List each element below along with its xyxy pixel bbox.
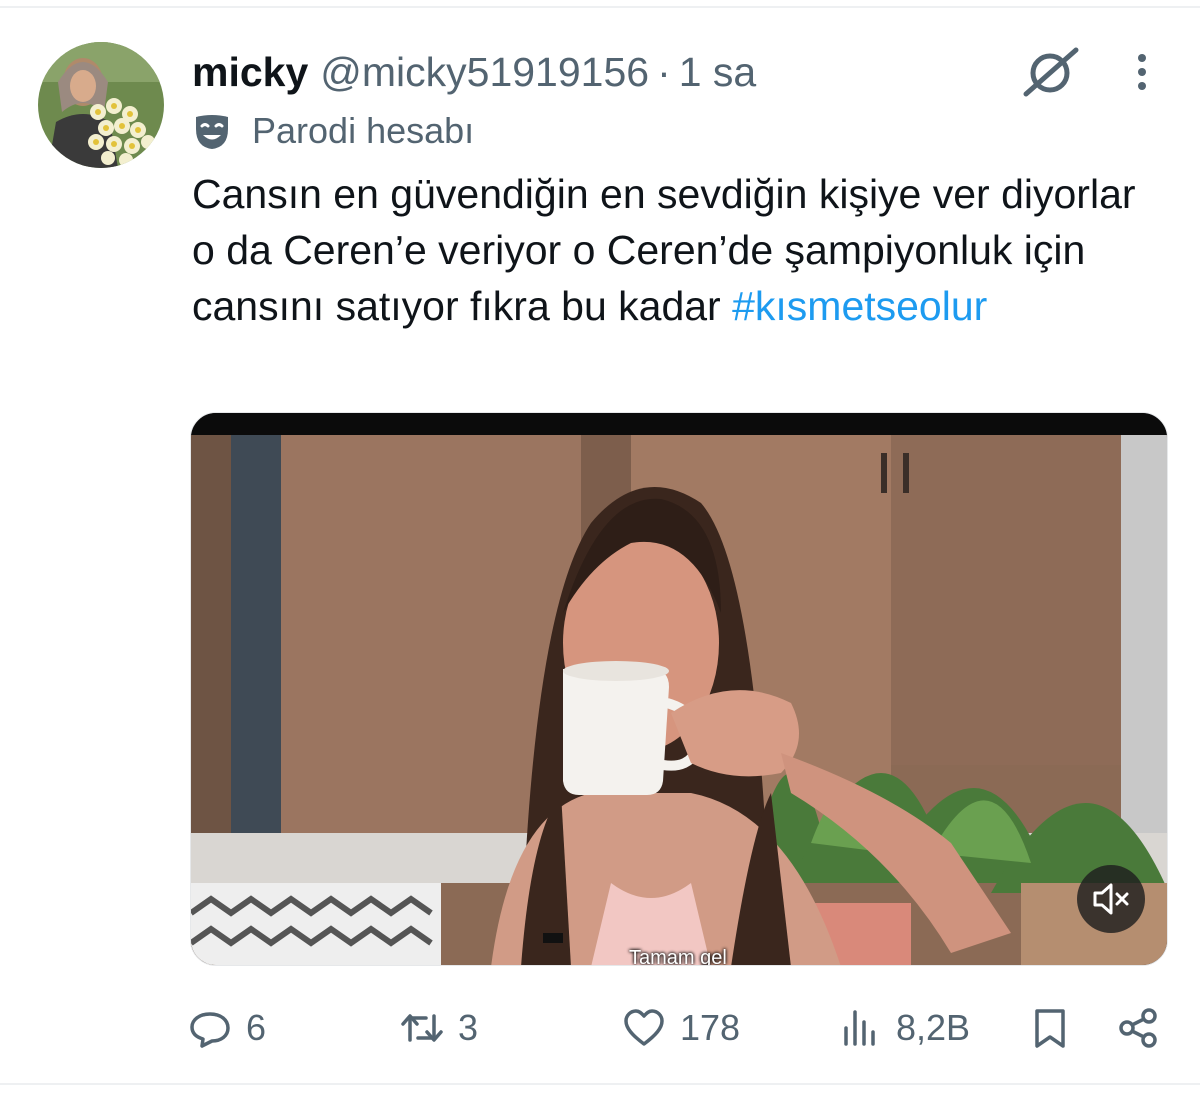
volume-muted-icon [1093,883,1129,915]
parody-mask-icon [196,115,228,149]
views-count: 8,2B [896,1007,971,1048]
like-button[interactable]: 178 [622,996,740,1060]
top-divider [0,6,1200,8]
bookmark-icon [1035,1009,1065,1048]
author-name[interactable]: micky [192,49,308,96]
heart-icon [624,1009,664,1046]
retweet-count: 3 [458,1007,479,1048]
video-subtitle: Tamam gel [629,947,727,966]
badge-label: Parodi hesabı [252,110,475,151]
tweet-header: micky @micky51919156 · 1 sa [192,44,756,100]
separator-dot: · [657,48,671,95]
tweet-body: Cansın en güvendiğin en sevdiğin kişiye … [192,171,1136,329]
reply-count: 6 [246,1007,267,1048]
views-button[interactable]: 8,2B [838,996,970,1060]
share-icon [1119,1008,1157,1048]
views-chart-icon [844,1010,875,1046]
tweet-time[interactable]: 1 sa [679,49,757,96]
reply-button[interactable]: 6 [188,996,266,1060]
reply-icon [190,1012,230,1048]
parody-badge: Parodi hesabı [192,106,474,156]
bookmark-button[interactable] [1028,996,1072,1060]
like-count: 178 [680,1007,741,1048]
hashtag-link[interactable]: #kısmetseolur [732,283,987,329]
mute-button[interactable] [1077,865,1145,933]
tweet-text: Cansın en güvendiğin en sevdiğin kişiye … [192,166,1152,334]
grok-icon[interactable] [1020,44,1082,100]
avatar[interactable] [38,42,164,168]
video-player[interactable]: Tamam gel [190,412,1168,966]
bottom-divider [0,1083,1200,1085]
video-frame [191,413,1167,965]
share-button[interactable] [1116,996,1160,1060]
more-vertical-icon[interactable] [1124,48,1160,96]
retweet-button[interactable]: 3 [400,996,478,1060]
retweet-icon [401,1014,443,1042]
action-bar: 6 3 178 8,2B [0,996,1200,1060]
author-handle[interactable]: @micky51919156 [320,49,649,96]
